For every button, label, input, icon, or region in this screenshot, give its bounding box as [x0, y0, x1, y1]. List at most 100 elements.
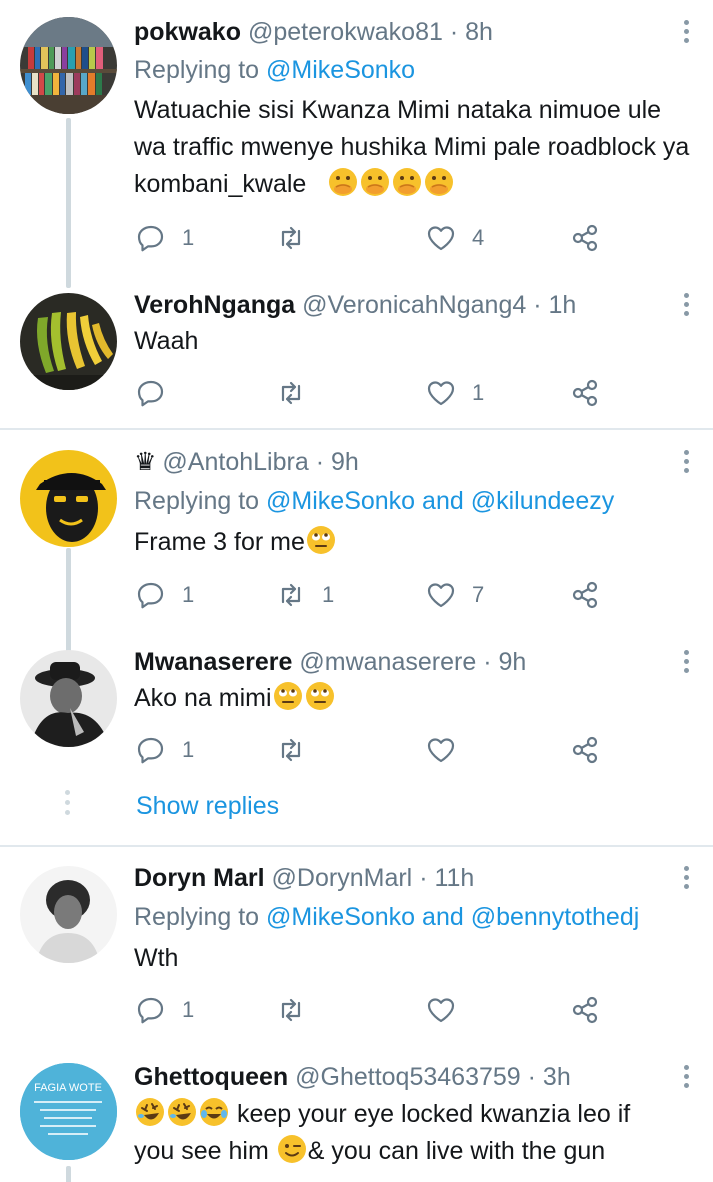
tweet-pokwako[interactable]: pokwako @peterokwako81 · 8h Replying to … [0, 0, 713, 288]
display-name[interactable]: VerohNganga [134, 291, 295, 319]
retweet-button[interactable] [276, 376, 322, 410]
timestamp[interactable]: 1h [549, 291, 577, 319]
reply-count: 1 [182, 997, 195, 1022]
avatar[interactable] [20, 450, 117, 547]
tweet-text: keep your eye locked kwanzia leo if you … [134, 1096, 693, 1170]
chess-king-icon: ♛ [134, 448, 157, 476]
reply-button[interactable]: 1 [136, 578, 194, 612]
tweet-mwanaserere[interactable]: Mwanaserere @mwanaserere · 9h Ako na mim… [0, 640, 713, 845]
like-button[interactable]: 4 [426, 221, 484, 255]
timestamp[interactable]: 8h [465, 18, 493, 46]
timestamp[interactable]: 3h [543, 1063, 571, 1091]
retweet-count: 1 [322, 582, 335, 607]
reply-button[interactable]: 1 [136, 733, 194, 767]
display-name[interactable]: Ghettoqueen [134, 1063, 288, 1091]
retweet-button[interactable] [276, 993, 322, 1027]
replying-to: Replying to @MikeSonko [134, 53, 415, 87]
avatar[interactable] [20, 866, 117, 963]
tweet-ghettoqueen[interactable]: FAGIA WOTE Ghettoqueen @Ghettoq53463759 … [0, 1050, 713, 1182]
timestamp[interactable]: 9h [331, 448, 359, 476]
man-with-hat-photo-icon [20, 650, 117, 747]
tweet-body-line-1: keep your eye locked kwanzia leo if [236, 1100, 631, 1128]
share-button[interactable] [570, 221, 600, 255]
retweet-button[interactable] [276, 221, 322, 255]
woman-portrait-photo-icon [20, 866, 117, 963]
avatar[interactable] [20, 650, 117, 747]
user-handle[interactable]: @DorynMarl [272, 864, 413, 892]
display-name[interactable]: Mwanaserere [134, 648, 292, 676]
share-icon [572, 581, 598, 609]
retweet-button[interactable] [276, 733, 322, 767]
share-button[interactable] [570, 993, 600, 1027]
share-button[interactable] [570, 578, 600, 612]
tweet-actions: 1 4 [134, 221, 614, 255]
thread-continuation [65, 790, 71, 820]
display-name[interactable]: Doryn Marl [134, 864, 265, 892]
avatar[interactable] [20, 17, 117, 114]
mention-link[interactable]: @MikeSonko [266, 487, 415, 515]
user-handle[interactable]: @mwanaserere [299, 648, 476, 676]
more-options-icon[interactable] [681, 20, 691, 47]
retweet-icon [281, 738, 301, 762]
tweet-verohnganga[interactable]: VerohNganga @VeronicahNgang4 · 1h Waah 1 [0, 280, 713, 428]
more-options-icon[interactable] [681, 650, 691, 677]
share-button[interactable] [570, 733, 600, 767]
avatar[interactable]: FAGIA WOTE [20, 1063, 117, 1160]
mention-link[interactable]: @kilundeezy [471, 487, 615, 515]
reply-button[interactable]: 1 [136, 221, 194, 255]
tweet-dorynmarl[interactable]: Doryn Marl @DorynMarl · 11h Replying to … [0, 847, 713, 1050]
retweet-button[interactable]: 1 [276, 578, 334, 612]
tweet-text: Watuachie sisi Kwanza Mimi nataka nimuoe… [134, 92, 693, 203]
tweet-body-line-2-end: & you can live with the gun [307, 1137, 606, 1165]
bananas-photo-icon [20, 293, 117, 390]
face-with-hand-over-mouth-icon [361, 168, 390, 196]
separator: · [527, 1063, 536, 1091]
mention-link[interactable]: @MikeSonko [266, 56, 415, 84]
more-options-icon[interactable] [681, 293, 691, 320]
heart-icon [427, 226, 455, 251]
replying-prefix: Replying to [134, 903, 260, 931]
show-replies-link[interactable]: Show replies [136, 789, 279, 823]
share-icon [572, 996, 598, 1024]
tweet-body: Ako na mimi [134, 684, 272, 712]
avatar[interactable] [20, 293, 117, 390]
separator: · [315, 448, 325, 476]
tweet-header: Mwanaserere @mwanaserere · 9h [134, 645, 673, 679]
share-button[interactable] [570, 376, 600, 410]
mention-joiner: and [422, 487, 464, 515]
heisenberg-portrait-icon [20, 450, 117, 547]
like-button[interactable] [426, 993, 472, 1027]
share-icon [572, 736, 598, 764]
timestamp[interactable]: 11h [434, 864, 474, 892]
user-handle[interactable]: @Ghettoq53463759 [295, 1063, 521, 1091]
more-options-icon[interactable] [681, 1065, 691, 1092]
reply-button[interactable]: 1 [136, 993, 194, 1027]
like-button[interactable]: 7 [426, 578, 484, 612]
reply-icon [137, 225, 164, 252]
heart-icon [427, 583, 455, 608]
mention-link[interactable]: @bennytothedj [471, 903, 640, 931]
face-with-hand-over-mouth-icon [425, 168, 454, 196]
separator: · [419, 864, 428, 892]
like-count: 7 [472, 582, 485, 607]
display-name[interactable]: pokwako [134, 18, 241, 46]
more-options-icon[interactable] [681, 866, 691, 893]
like-button[interactable]: 1 [426, 376, 484, 410]
heart-icon [427, 381, 455, 406]
like-count: 1 [472, 380, 485, 405]
timestamp[interactable]: 9h [498, 648, 526, 676]
user-handle[interactable]: @peterokwako81 [248, 18, 443, 46]
replying-to: Replying to @MikeSonko and @bennytothedj [134, 900, 639, 934]
user-handle[interactable]: @VeronicahNgang4 [302, 291, 526, 319]
share-icon [572, 379, 598, 407]
mention-link[interactable]: @MikeSonko [266, 903, 415, 931]
tweet-text: Waah [134, 323, 693, 360]
tweet-text: Ako na mimi [134, 680, 693, 717]
more-options-icon[interactable] [681, 450, 691, 477]
rolling-on-floor-laughing-icon [168, 1098, 196, 1126]
tweet-antohlibra[interactable]: ♛ @AntohLibra · 9h Replying to @MikeSonko… [0, 430, 713, 658]
user-handle[interactable]: @AntohLibra [162, 448, 308, 476]
reply-button[interactable] [136, 376, 182, 410]
like-button[interactable] [426, 733, 472, 767]
thread-line [66, 118, 71, 288]
